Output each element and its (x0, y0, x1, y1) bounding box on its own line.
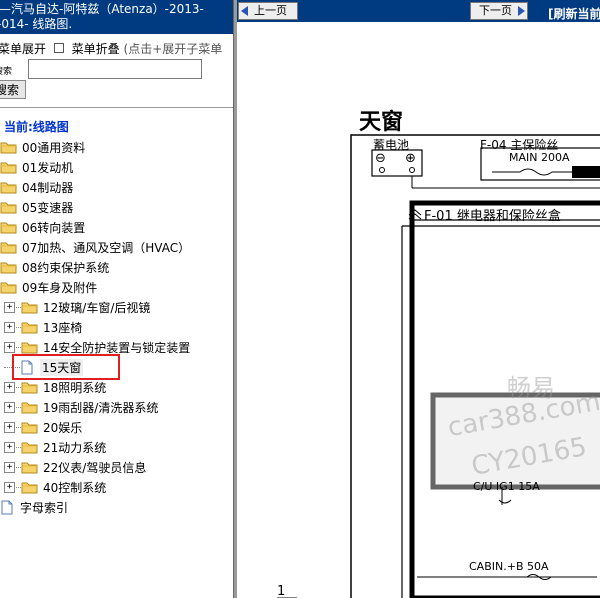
battery-neg-symbol: ⊖ (375, 151, 386, 166)
folder-icon (21, 382, 38, 394)
divider-line (0, 107, 233, 108)
battery-terminal-neg (379, 167, 385, 173)
tree-folder-item[interactable]: +13座椅 (4, 318, 82, 336)
left-menu-pane: —汽马自达-阿特兹（Atenza）-2013- -014- 线路图. 菜单展开 … (0, 0, 233, 598)
folder-icon (21, 482, 38, 494)
tree-item-label: 40控制系统 (43, 480, 107, 495)
main-fuse-label: MAIN 200A (509, 151, 570, 164)
fuse-cu-ig1-label: C/U IG1 15A (473, 480, 540, 493)
expand-plus-icon[interactable]: + (4, 421, 15, 433)
folder-icon (0, 282, 17, 294)
expand-plus-icon[interactable]: + (4, 481, 15, 493)
search-button[interactable]: 搜索 (0, 80, 26, 99)
menu-toggle-row: 菜单展开 菜单折叠 (点击+展开子菜单 (0, 40, 222, 57)
tree-item-label: 06转向装置 (22, 220, 86, 235)
folder-icon (21, 322, 38, 334)
folder-icon (21, 402, 38, 414)
folder-icon (0, 202, 17, 214)
tree-item-label: 字母索引 (20, 500, 69, 515)
expand-plus-icon[interactable]: + (4, 301, 15, 313)
tree-folder-item[interactable]: 07加热、通风及空调（HVAC） (0, 238, 190, 256)
folder-icon (21, 302, 38, 314)
document-title-line1: —汽马自达-阿特兹（Atenza）-2013- (0, 2, 204, 16)
folder-icon (0, 142, 17, 154)
tree-folder-item[interactable]: +19雨刮器/清洗器系统 (4, 398, 158, 416)
tree-item-label: 08约束保护系统 (22, 260, 110, 275)
folder-icon (0, 262, 17, 274)
tree-page-item[interactable]: 字母索引 (0, 498, 68, 516)
tree-folder-item[interactable]: 06转向装置 (0, 218, 85, 236)
document-title-line2: -014- 线路图. (0, 17, 73, 31)
diagram-pane: 上一页 下一页 [刷新当前 天窗 蓄电池 ⊖ ⊕ F-04 主保险丝 MAIN … (237, 0, 600, 598)
tree-item-label: 14安全防护装置与锁定装置 (43, 340, 191, 355)
tree-item-label: 05变速器 (22, 200, 74, 215)
folder-icon (0, 222, 17, 234)
tree-item-label: 00通用资料 (22, 140, 86, 155)
expand-plus-icon[interactable]: + (4, 381, 15, 393)
tree-item-label: 09车身及附件 (22, 280, 98, 295)
current-location: 当前:线路图 (4, 120, 69, 134)
tree-folder-item[interactable]: 00通用资料 (0, 138, 85, 156)
tree-item-label: 12玻璃/车窗/后视镜 (43, 300, 151, 315)
tree-item-label: 19雨刮器/清洗器系统 (43, 400, 159, 415)
menu-expand-link[interactable]: 菜单展开 (0, 42, 46, 56)
tree-folder-item[interactable]: 05变速器 (0, 198, 73, 216)
tree-folder-item[interactable]: 01发动机 (0, 158, 73, 176)
folder-icon (0, 242, 17, 254)
search-label: 搜索 (0, 67, 13, 77)
tree-item-label: 13座椅 (43, 320, 83, 335)
menu-collapse-link[interactable]: 菜单折叠 (72, 42, 120, 56)
page-icon (1, 500, 13, 514)
expand-plus-icon[interactable]: + (4, 401, 15, 413)
tree-item-label: 20娱乐 (43, 420, 83, 435)
folder-icon (21, 422, 38, 434)
expand-plus-icon[interactable]: + (4, 441, 15, 453)
folder-icon (21, 342, 38, 354)
tree-item-label: 01发动机 (22, 160, 74, 175)
battery-pos-symbol: ⊕ (405, 151, 416, 166)
tree-folder-item[interactable]: +21动力系统 (4, 438, 106, 456)
tree-folder-item[interactable]: +40控制系统 (4, 478, 106, 496)
tree-folder-item[interactable]: +20娱乐 (4, 418, 82, 436)
folder-icon (0, 182, 17, 194)
diagram-bottom-mark: 1 (277, 584, 286, 598)
tree-item-label: 04制动器 (22, 180, 74, 195)
menu-collapse-icon (53, 43, 64, 53)
tree-folder-item[interactable]: +18照明系统 (4, 378, 106, 396)
selected-item-highlight (12, 354, 120, 380)
tree-folder-item[interactable]: 09车身及附件 (0, 278, 97, 296)
document-title-bar: —汽马自达-阿特兹（Atenza）-2013- -014- 线路图. (0, 0, 233, 34)
fuse-cabin-label: CABIN.+B 50A (469, 560, 549, 573)
relay-box-label: F-01 继电器和保险丝盒 (424, 209, 561, 224)
expand-plus-icon[interactable]: + (4, 461, 15, 473)
folder-icon (0, 162, 17, 174)
tree-item-label: 22仪表/驾驶员信息 (43, 460, 147, 475)
tree-folder-item[interactable]: +12玻璃/车窗/后视镜 (4, 298, 150, 316)
tree-item-label: 18照明系统 (43, 380, 107, 395)
main-fuse-connector (572, 166, 600, 178)
expand-plus-icon[interactable]: + (4, 341, 15, 353)
wiring-diagram (277, 134, 600, 598)
battery-terminal-pos (409, 167, 415, 173)
tree-item-label: 07加热、通风及空调（HVAC） (22, 240, 191, 255)
menu-hint: (点击+展开子菜单 (123, 42, 223, 56)
expand-plus-icon[interactable]: + (4, 321, 15, 333)
folder-icon (21, 442, 38, 454)
tree-item-label: 21动力系统 (43, 440, 107, 455)
tree-folder-item[interactable]: 08约束保护系统 (0, 258, 109, 276)
tree-folder-item[interactable]: 04制动器 (0, 178, 73, 196)
search-input[interactable] (28, 59, 202, 79)
tree-folder-item[interactable]: +22仪表/驾驶员信息 (4, 458, 146, 476)
folder-icon (21, 462, 38, 474)
main-fuse-symbol (519, 168, 553, 176)
